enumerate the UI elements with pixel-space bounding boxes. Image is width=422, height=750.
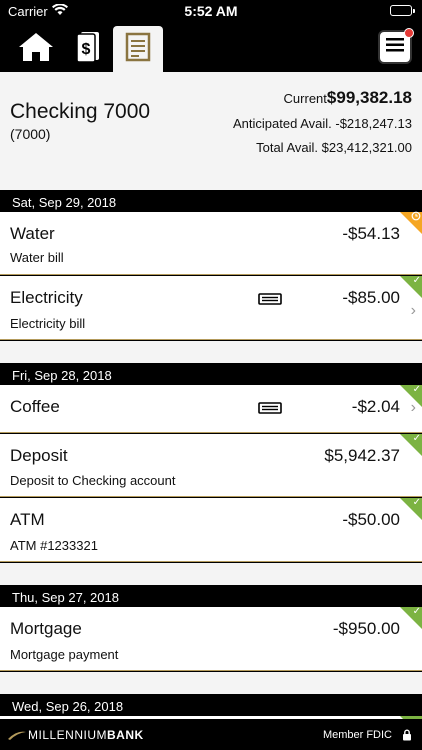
card-icon xyxy=(258,292,282,310)
notification-badge xyxy=(404,28,414,38)
transaction-title: Mortgage xyxy=(10,619,82,638)
section-gap xyxy=(0,341,422,363)
current-balance-value: $99,382.18 xyxy=(326,88,412,107)
transaction-description: ATM #1233321 xyxy=(10,538,98,553)
date-header: Thu, Sep 27, 2018 xyxy=(0,585,422,607)
transaction-amount: $5,942.37 xyxy=(324,446,400,465)
logo-swoosh-icon xyxy=(8,731,26,740)
section-gap xyxy=(0,672,422,694)
home-icon xyxy=(17,31,55,68)
transaction-amount: -$85.00 xyxy=(342,288,400,307)
member-fdic: Member FDIC xyxy=(322,729,392,741)
transaction-title: Electricity xyxy=(10,288,83,307)
menu-icon xyxy=(386,37,404,57)
transaction-amount: -$2.04 xyxy=(351,397,400,416)
bank-logo: MILLENNIUMBANK xyxy=(8,728,144,742)
transaction-title: Deposit xyxy=(10,446,68,465)
footer-bar: MILLENNIUMBANK Member FDIC xyxy=(0,719,422,750)
transaction-description: Water bill xyxy=(10,250,64,265)
transaction-row[interactable]: Water -$54.13 Water bill xyxy=(0,211,422,275)
account-name: Checking 7000 xyxy=(10,100,151,123)
tab-register[interactable] xyxy=(113,26,163,72)
bank-logo-text-a: MILLENNIUM xyxy=(28,728,108,742)
transaction-title: Water xyxy=(10,224,55,243)
check-icon: ✓ xyxy=(412,433,421,444)
status-time: 5:52 AM xyxy=(184,3,238,19)
transaction-amount: -$950.00 xyxy=(332,619,400,638)
lock-icon xyxy=(402,728,412,746)
menu-button[interactable] xyxy=(378,28,414,64)
register-icon xyxy=(125,32,151,67)
clock-icon xyxy=(411,211,421,224)
card-icon xyxy=(258,401,282,419)
transaction-description: Electricity bill xyxy=(10,316,86,331)
account-number: (7000) xyxy=(10,126,51,142)
transaction-row[interactable]: ATM -$50.00 ATM #1233321 ✓ xyxy=(0,497,422,562)
chevron-right-icon: › xyxy=(410,302,416,319)
date-header: Sat, Sep 29, 2018 xyxy=(0,190,422,212)
current-balance-label: Current xyxy=(283,91,327,106)
transaction-row[interactable]: Mortgage -$950.00 Mortgage payment ✓ xyxy=(0,606,422,671)
total-balance: Total Avail. $23,412,321.00 xyxy=(256,140,412,155)
top-toolbar: $ xyxy=(0,22,422,72)
check-icon: ✓ xyxy=(412,275,421,286)
date-header: Fri, Sep 28, 2018 xyxy=(0,363,422,385)
transaction-row[interactable]: Coffee -$2.04 › ✓ xyxy=(0,384,422,433)
anticipated-balance: Anticipated Avail. -$218,247.13 xyxy=(232,116,412,131)
transaction-row[interactable]: Deposit $5,942.37 Deposit to Checking ac… xyxy=(0,433,422,497)
transaction-description: Mortgage payment xyxy=(10,647,119,662)
date-header: Wed, Sep 26, 2018 xyxy=(0,694,422,716)
svg-text:$: $ xyxy=(82,41,91,58)
tab-accounts[interactable]: $ xyxy=(66,26,110,72)
check-icon: ✓ xyxy=(412,606,421,617)
account-summary: Checking 7000 (7000) Current$99,382.18 A… xyxy=(0,72,422,190)
bank-logo-text-b: BANK xyxy=(107,728,144,742)
status-bar: Carrier 5:52 AM xyxy=(0,0,422,22)
section-gap xyxy=(0,563,422,585)
transaction-row[interactable]: Electricity -$85.00 Electricity bill › ✓ xyxy=(0,275,422,340)
tab-home[interactable] xyxy=(8,26,64,72)
check-icon: ✓ xyxy=(412,384,421,395)
transaction-amount: -$50.00 xyxy=(342,510,400,529)
battery-icon xyxy=(390,5,415,16)
money-icon: $ xyxy=(73,30,103,69)
transaction-title: Coffee xyxy=(10,397,60,416)
check-icon: ✓ xyxy=(412,497,421,508)
transaction-title: ATM xyxy=(10,510,45,529)
transaction-description: Deposit to Checking account xyxy=(10,473,176,488)
current-balance: Current$99,382.18 xyxy=(284,88,412,108)
transaction-amount: -$54.13 xyxy=(342,224,400,243)
